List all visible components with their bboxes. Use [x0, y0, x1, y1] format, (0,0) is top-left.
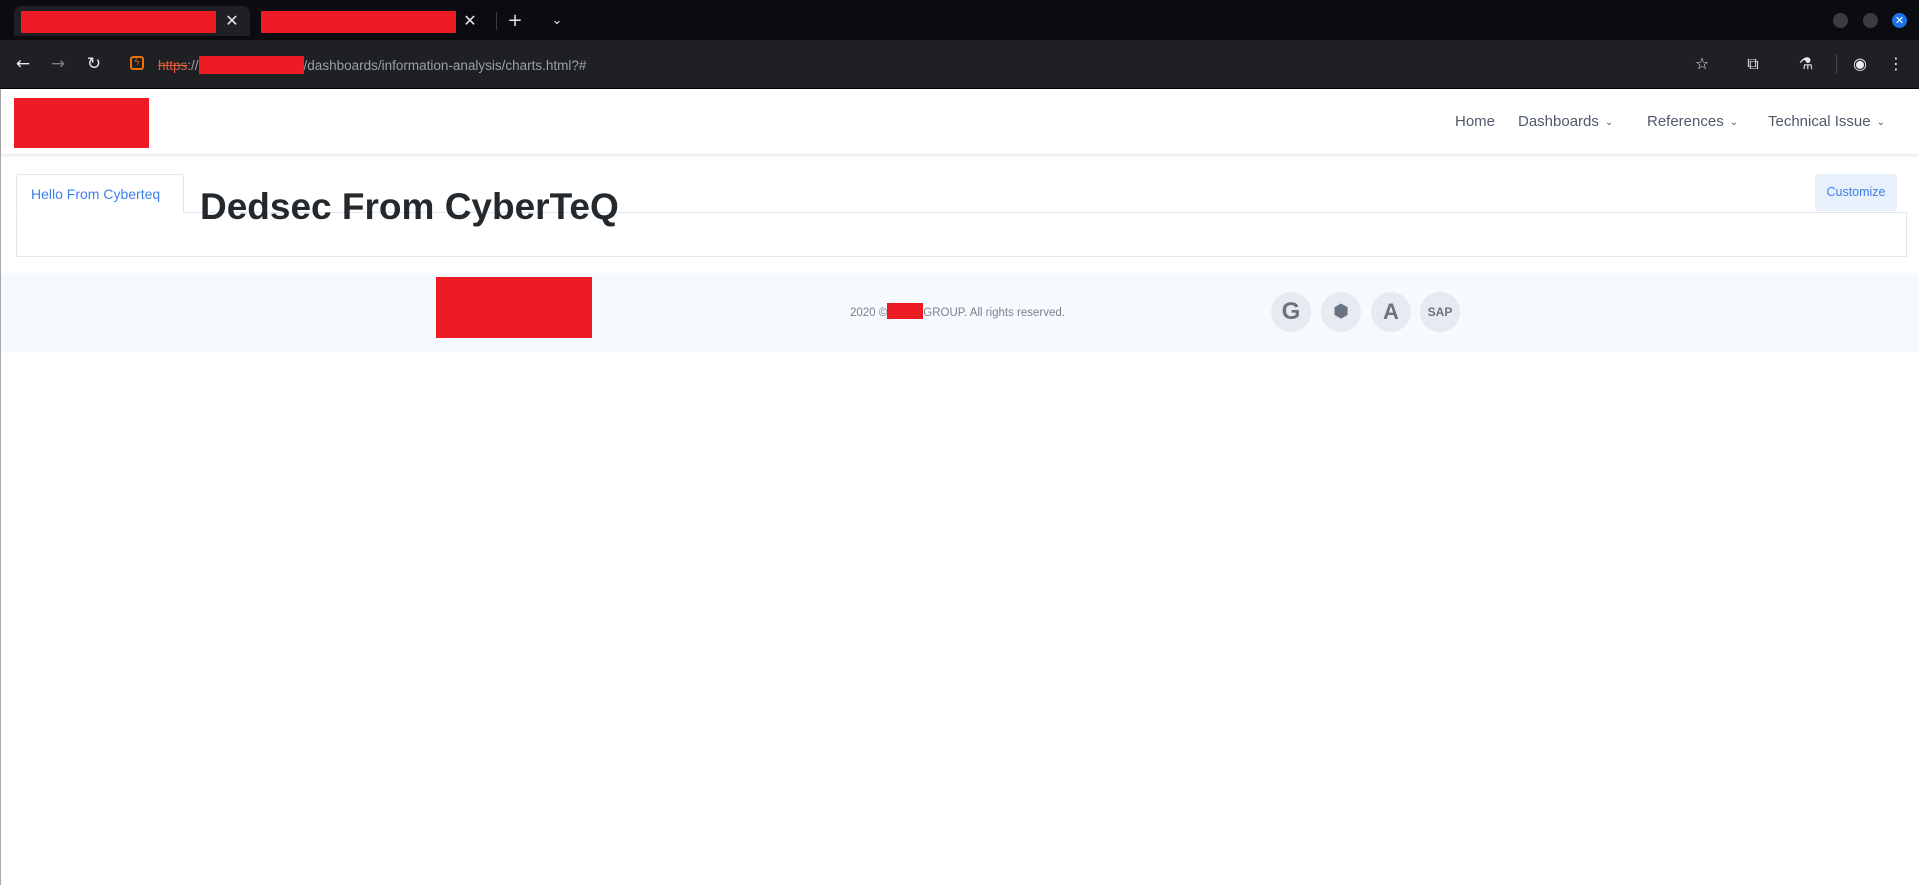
google-icon[interactable]: G	[1271, 292, 1311, 332]
url-separator: ://	[187, 58, 199, 73]
redacted-tab-title	[21, 11, 216, 33]
page-heading: Dedsec From CyberTeQ	[200, 186, 619, 227]
toolbar-separator	[1836, 54, 1837, 74]
forward-arrow-icon[interactable]: →	[46, 52, 70, 76]
redacted-domain	[198, 56, 304, 74]
site-info-icon[interactable]: ϟ	[130, 56, 144, 70]
close-icon[interactable]: ✕	[460, 11, 480, 31]
nav-home-label: Home	[1455, 113, 1496, 130]
menu-kebab-icon[interactable]: ⋮	[1884, 52, 1908, 76]
customize-button[interactable]: Customize	[1815, 174, 1897, 211]
maximize-window-icon[interactable]	[1863, 13, 1878, 28]
tab-separator	[496, 12, 497, 30]
nav-references-label: References	[1647, 113, 1724, 130]
web-page: Home Dashboards ⌄ References ⌄ Technical I…	[0, 89, 1919, 885]
redacted-footer-logo	[436, 277, 592, 338]
address-bar[interactable]: https:// /dashboards/information-analysis…	[158, 56, 587, 74]
browser-tab-bar: ✕ ✕ + ⌄ ✕	[0, 0, 1919, 40]
sap-icon[interactable]: SAP	[1420, 292, 1460, 332]
nav-technical-issue-label: Technical Issue	[1768, 113, 1871, 130]
new-tab-icon[interactable]: +	[504, 10, 526, 32]
nav-technical-issue[interactable]: Technical Issue ⌄	[1768, 112, 1885, 132]
chevron-down-icon: ⌄	[1729, 117, 1739, 128]
copyright-prefix: 2020 ©	[850, 307, 888, 319]
nav-home[interactable]: Home	[1455, 112, 1495, 132]
nav-references[interactable]: References ⌄	[1647, 112, 1738, 132]
close-window-icon[interactable]: ✕	[1892, 13, 1907, 28]
profile-avatar-icon[interactable]: ◉	[1848, 52, 1872, 76]
url-path: /dashboards/information-analysis/charts.…	[303, 58, 587, 73]
chevron-down-icon: ⌄	[1604, 117, 1614, 128]
extensions-puzzle-icon[interactable]: ⧉	[1741, 52, 1765, 76]
tab-search-chevron-icon[interactable]: ⌄	[546, 10, 568, 32]
back-arrow-icon[interactable]: ←	[11, 52, 35, 76]
nav-dashboards-label: Dashboards	[1518, 113, 1599, 130]
android-icon[interactable]: ⬢	[1321, 292, 1361, 332]
reload-icon[interactable]: ↻	[82, 52, 106, 76]
site-header: Home Dashboards ⌄ References ⌄ Technical I…	[1, 89, 1919, 154]
tab-hello-from-cyberteq[interactable]: Hello From Cyberteq	[16, 174, 184, 213]
chevron-down-icon: ⌄	[1876, 117, 1885, 128]
adobe-icon[interactable]: A	[1371, 292, 1411, 332]
close-icon[interactable]: ✕	[222, 11, 242, 31]
browser-tab-inactive[interactable]: ✕	[252, 6, 488, 36]
copyright-suffix: GROUP. All rights reserved.	[923, 307, 1065, 319]
minimize-window-icon[interactable]	[1833, 13, 1848, 28]
bookmark-star-icon[interactable]: ☆	[1690, 52, 1714, 76]
nav-dashboards[interactable]: Dashboards ⌄	[1518, 112, 1613, 132]
redacted-site-logo[interactable]	[14, 98, 149, 148]
url-scheme: https	[158, 58, 188, 73]
copyright-text: 2020 © GROUP. All rights reserved.	[850, 303, 1065, 321]
redacted-company-name	[887, 303, 924, 319]
redacted-tab-title	[261, 11, 456, 33]
labs-flask-icon[interactable]: ⚗	[1794, 52, 1818, 76]
browser-tab-active[interactable]: ✕	[14, 6, 250, 36]
